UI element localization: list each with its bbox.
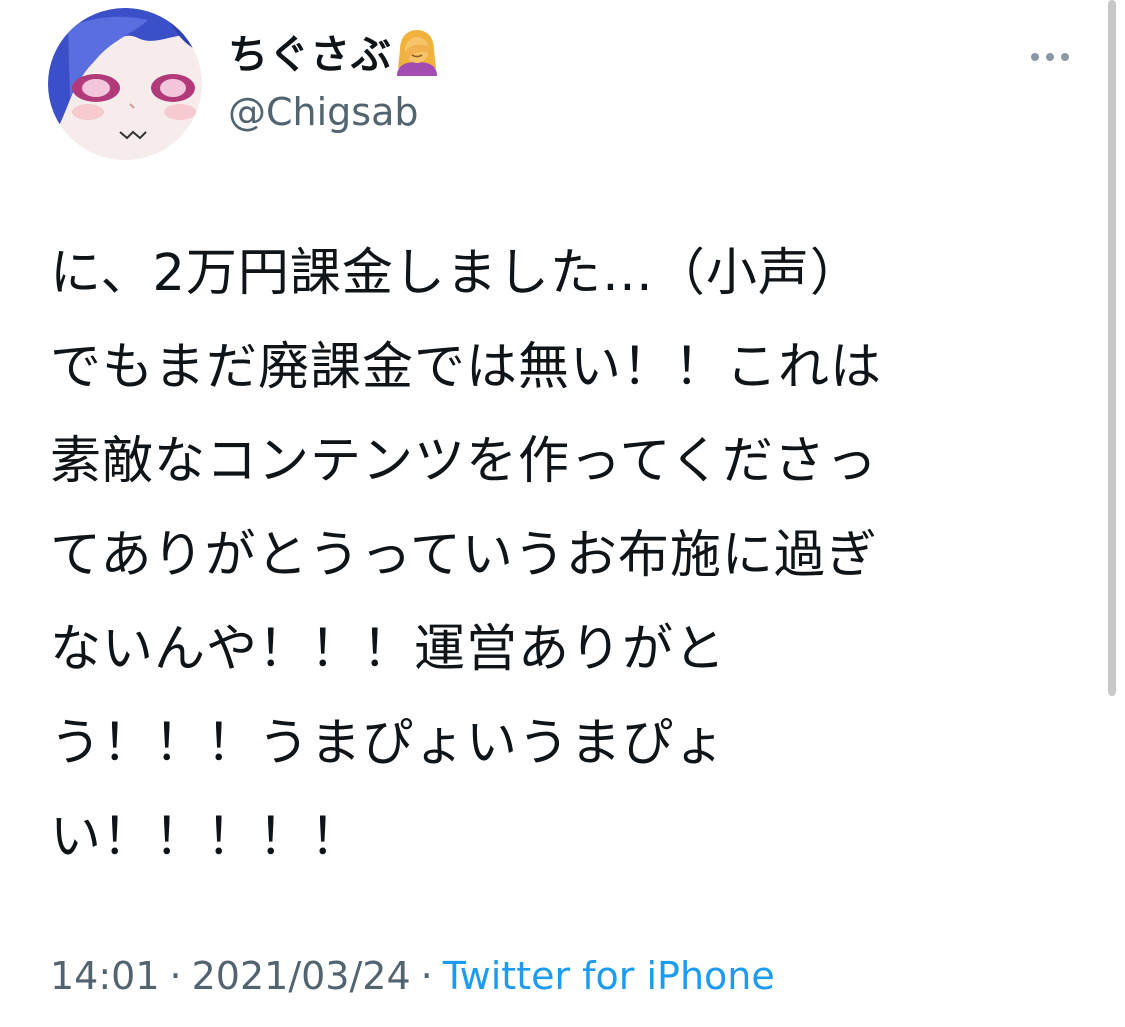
- more-options-button[interactable]: [1020, 40, 1080, 74]
- tweet-source-link[interactable]: Twitter for iPhone: [443, 954, 775, 998]
- user-handle[interactable]: @Chigsab: [228, 88, 419, 136]
- display-name[interactable]: ちぐさぶ: [228, 28, 440, 80]
- display-name-text: ちぐさぶ: [228, 32, 392, 78]
- tweet-meta: 14:01 · 2021/03/24 · Twitter for iPhone: [50, 948, 775, 1004]
- avatar-image: [48, 8, 202, 160]
- tweet-text-line: てありがとうっていうお布施に過ぎ: [50, 526, 878, 585]
- tweet: ちぐさぶ @Chigsab に、2万円課金しました…（小声） でもまだ廃課金では…: [0, 0, 1125, 1027]
- tweet-text-line: に、2万円課金しました…（小声）: [50, 244, 862, 303]
- tweet-text-line: い！！！！！: [50, 808, 363, 867]
- more-dots-icon: [1031, 53, 1039, 61]
- more-dots-icon: [1046, 53, 1054, 61]
- tweet-text: に、2万円課金しました…（小声） でもまだ廃課金では無い！！これは 素敵なコンテ…: [50, 227, 1050, 885]
- tweet-date[interactable]: 2021/03/24: [192, 954, 411, 998]
- tweet-time[interactable]: 14:01: [50, 954, 160, 998]
- more-dots-icon: [1061, 53, 1069, 61]
- meta-separator: ·: [420, 954, 433, 998]
- tweet-text-line: う！！！うまぴょいうまぴょ: [50, 714, 727, 773]
- avatar[interactable]: [48, 8, 202, 160]
- tweet-text-line: ないんや！！！運営ありがと: [50, 620, 727, 679]
- facepalm-icon: [394, 28, 440, 76]
- tweet-text-line: 素敵なコンテンツを作ってくださっ: [50, 432, 878, 491]
- scrollbar[interactable]: [1108, 0, 1116, 696]
- meta-separator: ·: [169, 954, 182, 998]
- tweet-text-line: でもまだ廃課金では無い！！これは: [50, 338, 883, 397]
